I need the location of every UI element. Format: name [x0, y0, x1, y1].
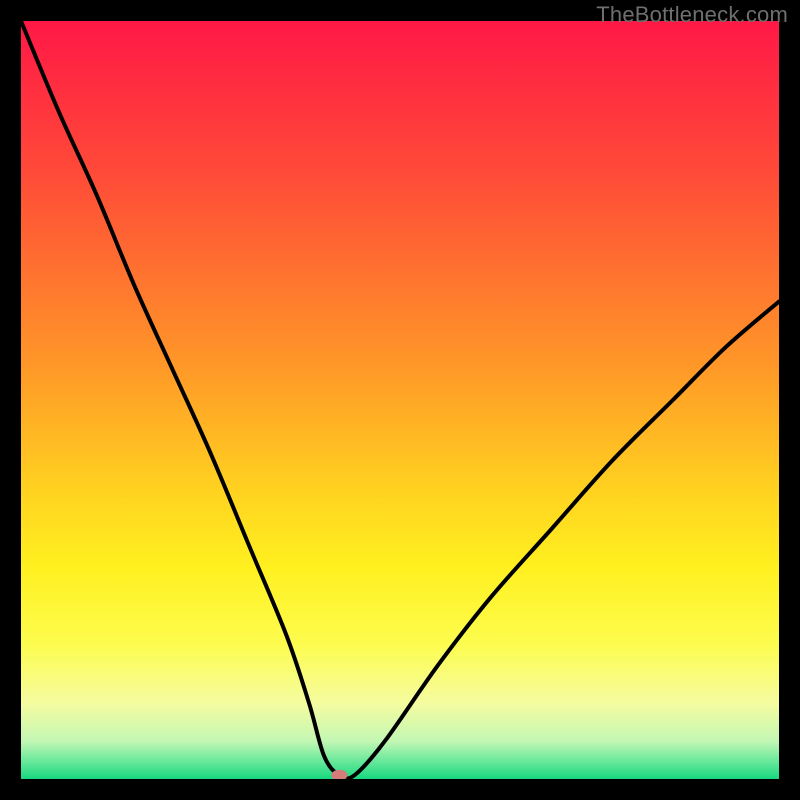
gradient-background	[21, 21, 779, 779]
watermark-text: TheBottleneck.com	[596, 2, 788, 28]
bottleneck-chart	[21, 21, 779, 779]
chart-frame: TheBottleneck.com	[0, 0, 800, 800]
